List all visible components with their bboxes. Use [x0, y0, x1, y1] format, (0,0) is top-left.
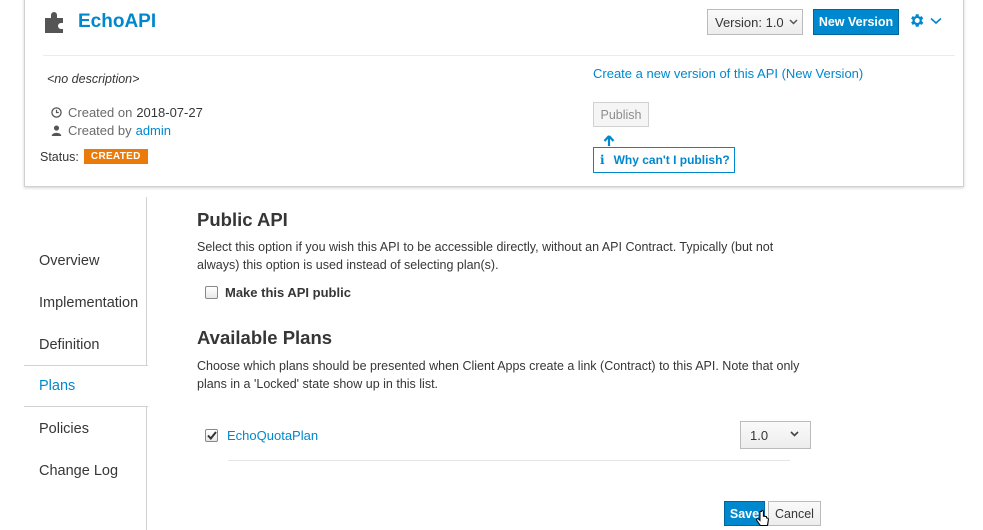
public-api-title: Public API [197, 209, 288, 230]
hand-cursor-icon [756, 510, 769, 526]
create-version-link[interactable]: Create a new version of this API (New Ve… [593, 66, 863, 81]
header-divider [43, 55, 955, 56]
chevron-down-icon [789, 17, 798, 27]
sidebar-item-plans[interactable]: Plans [24, 365, 148, 407]
title-row: EchoAPI [43, 10, 156, 34]
info-icon: i [600, 153, 605, 167]
sidebar-item-implementation[interactable]: Implementation [24, 282, 147, 324]
checkmark-icon [206, 431, 217, 440]
publish-button[interactable]: Publish [593, 102, 649, 127]
api-header-card: EchoAPI Version: 1.0 New Version <no des… [24, 0, 964, 187]
plan-version-value: 1.0 [750, 427, 769, 443]
sidebar-nav: Overview Implementation Definition Plans… [24, 197, 148, 530]
created-by-label: Created by [68, 123, 132, 138]
sidebar-item-change-log[interactable]: Change Log [24, 450, 147, 492]
available-plans-description: Choose which plans should be presented w… [197, 359, 800, 391]
available-plans-title: Available Plans [197, 327, 333, 348]
version-select-label: Version: 1.0 [715, 14, 784, 30]
clock-icon [51, 107, 62, 118]
plan-version-select[interactable]: 1.0 [740, 421, 811, 449]
api-title: EchoAPI [78, 11, 157, 32]
gear-icon [911, 14, 924, 27]
public-api-description: Select this option if you wish this API … [197, 240, 774, 272]
make-public-row: Make this API public [205, 285, 351, 300]
why-cant-publish-label: Why can't I publish? [613, 153, 730, 167]
plan-divider [228, 460, 790, 461]
created-on: Created on 2018-07-27 [51, 105, 203, 120]
why-cant-publish-button[interactable]: i Why can't I publish? [593, 147, 735, 173]
status-row: Status: CREATED [40, 149, 148, 164]
plan-checkbox[interactable] [205, 429, 218, 442]
sidebar-item-overview[interactable]: Overview [24, 240, 147, 282]
plan-name-link[interactable]: EchoQuotaPlan [227, 428, 318, 443]
status-badge: CREATED [83, 149, 148, 164]
user-icon [51, 125, 62, 136]
cancel-button[interactable]: Cancel [768, 501, 821, 526]
settings-menu[interactable] [908, 12, 942, 29]
chevron-down-icon [930, 17, 942, 24]
sidebar-item-policies[interactable]: Policies [24, 408, 147, 450]
created-on-value: 2018-07-27 [136, 105, 203, 120]
make-public-label: Make this API public [225, 285, 351, 300]
created-on-label: Created on [68, 105, 133, 120]
make-public-checkbox[interactable] [205, 286, 218, 299]
sidebar-item-definition[interactable]: Definition [24, 324, 147, 366]
puzzle-icon [45, 12, 63, 33]
api-description: <no description> [47, 72, 140, 86]
chevron-down-icon [790, 431, 799, 437]
created-by: Created by admin [51, 123, 171, 138]
created-by-link[interactable]: admin [136, 123, 171, 138]
plan-row: EchoQuotaPlan [205, 428, 318, 443]
arrow-up-icon [603, 135, 615, 146]
version-select[interactable]: Version: 1.0 [707, 9, 803, 35]
status-label: Status: [40, 149, 79, 164]
new-version-button[interactable]: New Version [813, 9, 899, 35]
